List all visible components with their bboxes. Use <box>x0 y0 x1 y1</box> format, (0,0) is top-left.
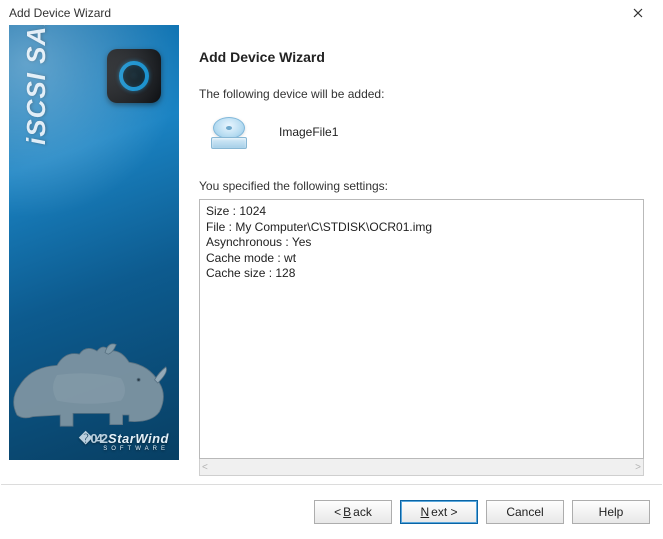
help-button[interactable]: Help <box>572 500 650 524</box>
settings-label: You specified the following settings: <box>199 179 644 193</box>
device-summary-row: ImageFile1 <box>209 115 644 149</box>
cancel-button[interactable]: Cancel <box>486 500 564 524</box>
add-device-wizard-window: Add Device Wizard iSCSI SAN <box>0 0 663 539</box>
next-button[interactable]: Next > <box>400 500 478 524</box>
brand-tile-icon <box>107 49 161 103</box>
settings-textbox[interactable] <box>199 199 644 459</box>
close-icon <box>633 8 643 18</box>
sidebar-banner: iSCSI SAN �042Star <box>9 25 179 460</box>
back-button[interactable]: < Back <box>314 500 392 524</box>
window-title: Add Device Wizard <box>9 6 622 20</box>
wizard-body: iSCSI SAN �042Star <box>1 25 662 484</box>
rhino-icon <box>9 324 179 434</box>
scroll-left-icon: < <box>202 462 208 473</box>
wizard-footer: < Back Next > Cancel Help <box>1 484 662 538</box>
wizard-main-panel: Add Device Wizard The following device w… <box>179 25 662 484</box>
sidebar-product-label: iSCSI SAN <box>21 25 52 145</box>
disk-icon <box>209 115 249 149</box>
starwind-logo: �042StarWind SOFTWARE <box>79 432 169 452</box>
scroll-right-icon: > <box>635 462 641 473</box>
intro-text: The following device will be added: <box>199 87 644 101</box>
page-title: Add Device Wizard <box>199 49 644 65</box>
device-name: ImageFile1 <box>279 125 338 139</box>
titlebar: Add Device Wizard <box>1 1 662 25</box>
close-button[interactable] <box>622 3 654 23</box>
horizontal-scrollbar[interactable]: < > <box>199 459 644 476</box>
